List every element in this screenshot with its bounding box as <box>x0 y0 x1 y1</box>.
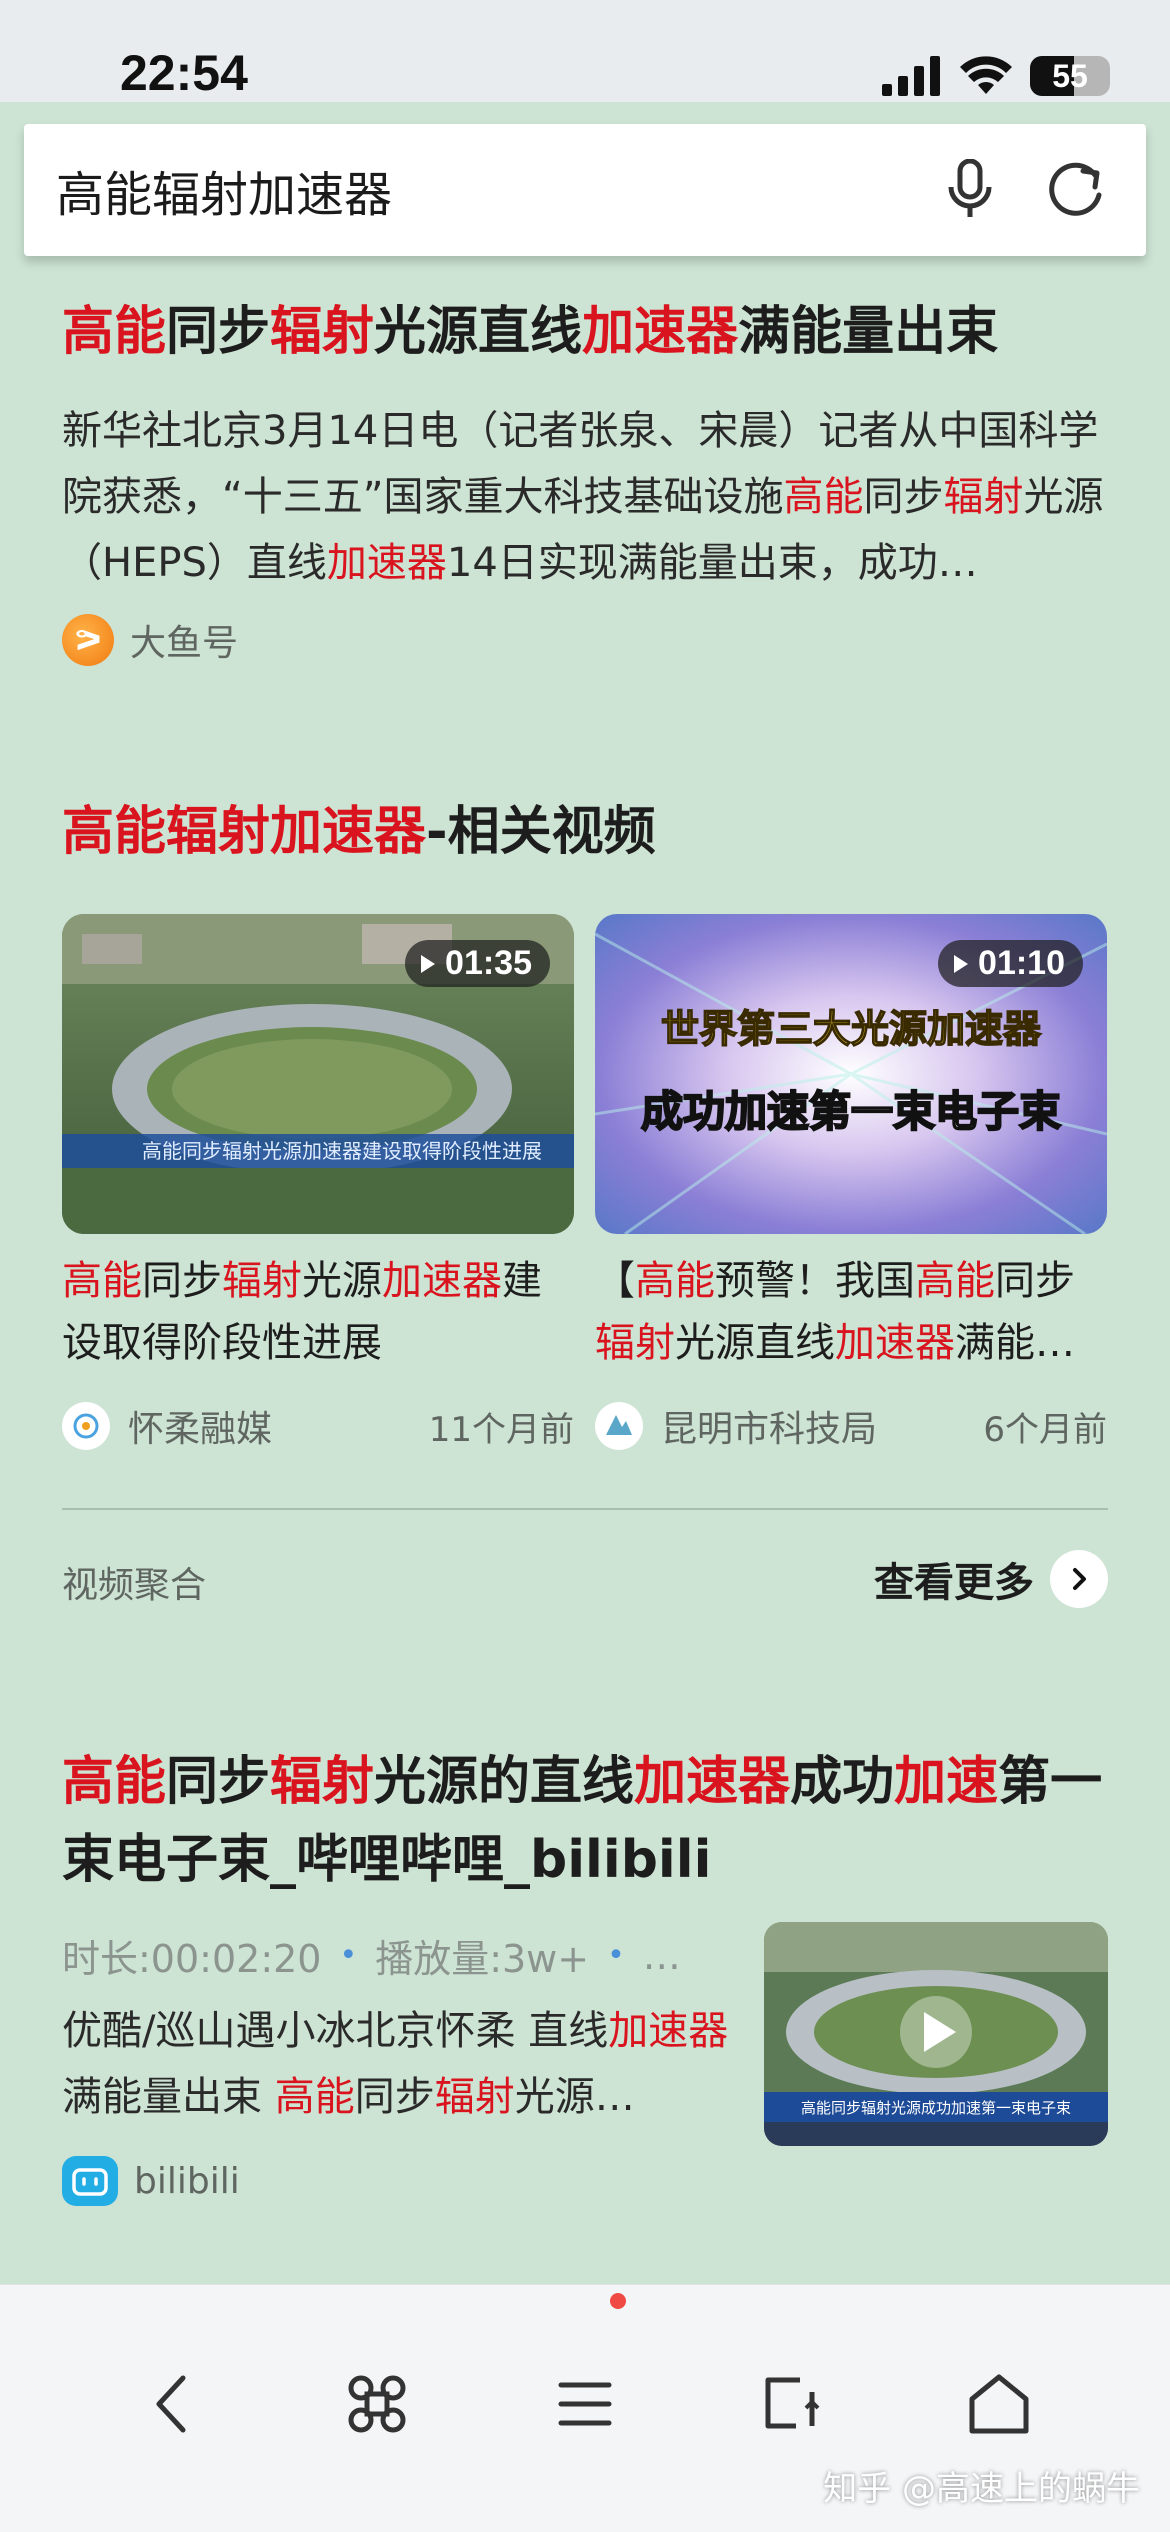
bilibili-logo-icon <box>62 2156 118 2206</box>
result3-source-label: bilibili <box>134 2160 240 2202</box>
tabs-icon <box>765 2377 820 2429</box>
video-duration-badge: 01:10 <box>938 940 1083 987</box>
separator-dot: • <box>607 1938 625 1973</box>
microphone-icon <box>948 159 992 217</box>
video-section-title[interactable]: 高能辐射加速器-相关视频 <box>62 795 656 869</box>
status-icons: 55 <box>882 54 1110 98</box>
see-more-button[interactable]: 查看更多 <box>874 1550 1108 1608</box>
video-card[interactable]: 世界第三大光源加速器 成功加速第一束电子束 01:10 【高能预警！我国高能同步… <box>595 914 1107 1452</box>
video-card[interactable]: 高能同步辐射光源加速器建设取得阶段性进展 01:35 高能同步辐射光源加速器建设… <box>62 914 574 1452</box>
see-more-label: 查看更多 <box>874 1560 1034 1606</box>
video-source: 昆明市科技局 <box>661 1409 878 1450</box>
watermark: 知乎 @高速上的蜗牛 <box>823 2469 1140 2509</box>
video-meta: 怀柔融媒 11个月前 <box>62 1400 574 1452</box>
video-thumbnail[interactable]: 世界第三大光源加速器 成功加速第一束电子束 01:10 <box>595 914 1107 1234</box>
microphone-button[interactable] <box>930 150 1010 230</box>
video-source: 怀柔融媒 <box>128 1409 273 1450</box>
refresh-button[interactable] <box>1036 150 1116 230</box>
play-icon <box>954 954 969 973</box>
result3-source[interactable]: bilibili <box>62 2156 240 2206</box>
result1-description: 新华社北京3月14日电（记者张泉、宋晨）记者从中国科学院获悉，“十三五”国家重大… <box>62 408 1104 586</box>
menu-button[interactable] <box>540 2359 630 2449</box>
thumb-caption-2: 成功加速第一束电子束 <box>641 1087 1061 1136</box>
wifi-icon <box>960 56 1012 94</box>
battery-icon: 55 <box>1030 56 1110 96</box>
refresh-icon <box>1049 162 1102 216</box>
divider <box>62 1508 1108 1510</box>
kunming-avatar-icon <box>595 1402 643 1450</box>
result1-title[interactable]: 高能同步辐射光源直线加速器满能量出束 <box>62 295 1122 369</box>
result3-title[interactable]: 高能同步辐射光源的直线加速器成功加速第一束电子束_哔哩哔哩_bilibili <box>62 1743 1122 1899</box>
result3-description: 优酷/巡山遇小冰北京怀柔 直线加速器满能量出束 高能同步辐射光源… <box>62 2008 729 2120</box>
signal-icon <box>882 56 940 96</box>
video-length: 时长:00:02:20 <box>62 1937 322 1981</box>
result3-meta: 时长:00:02:20 • 播放量:3w+ • … <box>62 1928 722 1983</box>
search-input[interactable]: 高能辐射加速器 <box>56 155 930 225</box>
status-time: 22:54 <box>120 45 248 101</box>
video-meta: 昆明市科技局 6个月前 <box>595 1400 1107 1452</box>
video-title[interactable]: 高能同步辐射光源加速器建设取得阶段性进展 <box>62 1250 574 1374</box>
chevron-left-icon <box>156 2375 186 2433</box>
chevron-right-icon <box>1050 1550 1108 1608</box>
video-duration-badge: 01:35 <box>405 940 550 987</box>
video-time: 6个月前 <box>983 1409 1107 1450</box>
meta-ellipsis: … <box>642 1933 681 1978</box>
thumb-caption-1: 世界第三大光源加速器 <box>661 1007 1042 1051</box>
home-icon <box>969 2374 1029 2434</box>
status-bar: 22:54 55 <box>0 0 1170 102</box>
bottom-navigation: 知乎 @高速上的蜗牛 <box>0 2284 1170 2532</box>
result1-source-label: 大鱼号 <box>130 623 239 664</box>
battery-level: 55 <box>1052 57 1088 94</box>
play-icon <box>421 954 436 973</box>
play-count: 播放量:3w+ <box>375 1937 590 1981</box>
tabs-button[interactable] <box>746 2359 836 2449</box>
search-bar[interactable]: 高能辐射加速器 <box>24 124 1146 256</box>
svg-text:高能同步辐射光源加速器建设取得阶段性进展: 高能同步辐射光源加速器建设取得阶段性进展 <box>142 1139 542 1163</box>
video-thumbnail[interactable]: 高能同步辐射光源加速器建设取得阶段性进展 01:35 <box>62 914 574 1234</box>
menu-icon <box>558 2382 612 2426</box>
video-aggregate-label: 视频聚合 <box>62 1565 207 1606</box>
apps-button[interactable] <box>332 2359 422 2449</box>
result1-source[interactable]: ᕗ 大鱼号 <box>62 614 238 666</box>
back-button[interactable] <box>126 2359 216 2449</box>
thumb-caption: 高能同步辐射光源成功加速第一束电子束 <box>801 2099 1071 2117</box>
ring-facility-image: 高能同步辐射光源成功加速第一束电子束 <box>764 1922 1108 2146</box>
video-title[interactable]: 【高能预警！我国高能同步辐射光源直线加速器满能… <box>595 1250 1107 1374</box>
huairou-avatar-icon <box>62 1402 110 1450</box>
home-button[interactable] <box>954 2359 1044 2449</box>
dayu-logo-icon: ᕗ <box>62 614 114 666</box>
notification-dot <box>610 2293 626 2309</box>
separator-dot: • <box>339 1938 358 1973</box>
video-time: 11个月前 <box>428 1409 574 1450</box>
result3-video-thumbnail[interactable]: 高能同步辐射光源成功加速第一束电子束 <box>764 1922 1108 2146</box>
command-icon <box>348 2375 406 2433</box>
